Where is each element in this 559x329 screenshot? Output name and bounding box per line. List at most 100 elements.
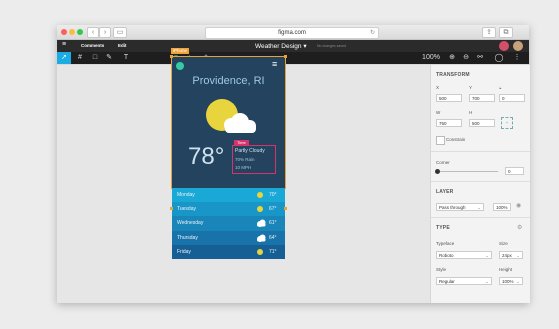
tab-edit[interactable]: Edit [118, 43, 127, 48]
city-name: Providence, RI [192, 75, 265, 87]
tabs-icon[interactable]: ⧉ [499, 27, 513, 38]
y-field[interactable]: 700 [469, 94, 495, 102]
forecast-day: Tuesday [177, 206, 196, 213]
zoom-level[interactable]: 100% [421, 52, 441, 64]
constrain-checkbox[interactable] [436, 136, 445, 145]
font-size-value: 24px [502, 253, 512, 258]
avatar[interactable] [499, 41, 509, 51]
humidity-text: 70% Rain [235, 157, 255, 162]
comment-icon[interactable]: ◯ [493, 52, 505, 64]
resize-handle[interactable] [284, 55, 287, 58]
constraints-icon[interactable]: + [501, 117, 513, 129]
corner-field[interactable]: 0 [505, 167, 524, 175]
list-item[interactable]: Wednesday 61° [172, 216, 285, 231]
blend-mode-value: Pass through [439, 205, 466, 210]
font-size-select[interactable]: 24px ⌄ [499, 251, 523, 259]
maximize-window-button[interactable] [77, 29, 83, 35]
rotation-field[interactable]: 0 [499, 94, 525, 102]
corner-label: Corner [436, 160, 450, 165]
cloud-icon [256, 234, 266, 244]
font-style-select[interactable]: Regular ⌄ [436, 277, 492, 285]
slider-handle[interactable] [435, 169, 440, 174]
opacity-field[interactable]: 100% [493, 203, 511, 211]
minimize-window-button[interactable] [69, 29, 75, 35]
chevron-down-icon: ⌄ [485, 279, 489, 284]
weather-frame[interactable]: ≡ Providence, RI 78° Time Partly Cloudy … [171, 56, 286, 189]
y-label: Y [469, 85, 473, 90]
height-field[interactable]: 500 [469, 119, 495, 127]
h-label: H [469, 110, 473, 115]
document-title-text: Weather Design [255, 43, 302, 50]
main-menu-icon[interactable]: ≡ [62, 41, 66, 48]
resize-handle[interactable] [170, 207, 173, 210]
more-icon[interactable]: ⋮ [512, 52, 522, 64]
list-item[interactable]: Tuesday 67° [172, 202, 285, 217]
share-icon[interactable]: ⇪ [482, 27, 496, 38]
x-field[interactable]: 500 [436, 94, 462, 102]
chevron-down-icon: ⌄ [485, 253, 489, 258]
rectangle-tool-icon[interactable]: □ [89, 52, 101, 64]
frame-tool-icon[interactable]: # [74, 52, 86, 64]
type-settings-icon[interactable]: ⚙ [517, 224, 522, 231]
style-label: Style [436, 267, 447, 272]
text-tool-icon[interactable]: T [120, 52, 132, 64]
w-label: W [436, 110, 441, 115]
tab-comments[interactable]: Comments [81, 43, 104, 48]
toolbar: ➚ # □ ✎ T ⌗ ◐ ◈ ⌐ 100% ⊕ ⊖ ⚯ ◯ ⋮ [57, 52, 529, 64]
zoom-in-icon[interactable]: ⊕ [447, 52, 457, 64]
app-logo [176, 62, 184, 70]
link-icon[interactable]: ⚯ [475, 52, 485, 64]
typeface-value: Roboto [439, 253, 454, 258]
condition-text: Partly Cloudy [235, 148, 265, 154]
forecast-list: Monday 70° Tuesday 67° Wednesday 61° Thu… [172, 188, 285, 259]
typeface-select[interactable]: Roboto ⌄ [436, 251, 492, 259]
close-window-button[interactable] [61, 29, 67, 35]
avatar[interactable] [513, 41, 523, 51]
zoom-out-icon[interactable]: ⊖ [461, 52, 471, 64]
reload-icon[interactable]: ↻ [370, 28, 375, 38]
address-bar[interactable]: figma.com ↻ [205, 27, 379, 39]
frame-label[interactable]: iPhone [171, 48, 190, 54]
current-temperature: 78° [188, 143, 225, 170]
line-height-label: Height [499, 267, 513, 272]
visibility-icon[interactable]: ◉ [516, 202, 521, 209]
sidebar-toggle-icon[interactable]: ▭ [113, 27, 127, 38]
layer-heading: LAYER [436, 189, 454, 195]
chevron-down-icon: ⌄ [477, 205, 481, 210]
divider [431, 181, 530, 182]
transform-heading: TRANSFORM [436, 72, 470, 78]
cloud-icon [256, 219, 266, 229]
list-item[interactable]: Friday 71° [172, 244, 285, 259]
document-title[interactable]: Weather Design ▾ [255, 42, 307, 50]
back-arrow-icon[interactable]: ‹ [87, 27, 99, 38]
resize-handle[interactable] [170, 55, 173, 58]
blend-mode-select[interactable]: Pass through ⌄ [436, 203, 484, 211]
divider [431, 217, 530, 218]
forecast-temp: 70° [269, 192, 277, 198]
hamburger-menu-icon[interactable]: ≡ [272, 60, 277, 69]
x-label: X [436, 85, 440, 90]
list-item[interactable]: Thursday 64° [172, 230, 285, 245]
forward-arrow-icon[interactable]: › [99, 27, 111, 38]
chevron-down-icon: ⌄ [516, 253, 520, 258]
resize-handle[interactable] [284, 207, 287, 210]
line-height-select[interactable]: 100% ⌄ [499, 277, 523, 285]
forecast-day: Wednesday [177, 220, 204, 227]
pen-tool-icon[interactable]: ✎ [103, 52, 115, 64]
list-item[interactable]: Monday 70° [172, 188, 285, 203]
width-field[interactable]: 750 [436, 119, 462, 127]
forecast-day: Thursday [177, 234, 198, 241]
properties-panel: TRANSFORM X Y ⦣ 500 700 0 W H 750 500 + … [430, 65, 530, 303]
forecast-day: Friday [177, 248, 191, 255]
forecast-temp: 64° [269, 234, 277, 241]
sun-icon [256, 205, 264, 215]
move-tool-icon[interactable]: ➚ [57, 52, 71, 64]
divider [431, 151, 530, 152]
corner-slider[interactable] [435, 169, 498, 174]
typeface-label: Typeface [436, 241, 455, 246]
type-heading: TYPE [436, 225, 450, 231]
forecast-temp: 61° [269, 220, 277, 227]
wind-text: 10 MPH [235, 165, 252, 170]
line-height-value: 100% [502, 279, 514, 284]
size-label: Size [499, 241, 508, 246]
